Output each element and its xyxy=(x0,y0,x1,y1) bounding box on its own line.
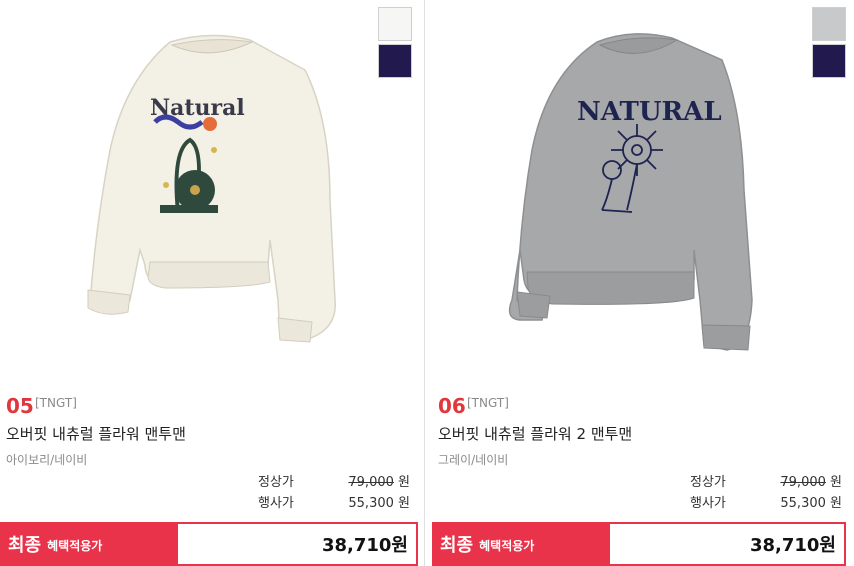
event-price: 55,300 원 xyxy=(762,496,842,512)
card-divider xyxy=(424,0,425,566)
product-number: 06 xyxy=(438,394,466,418)
final-subtitle: 혜택적용가 xyxy=(47,539,103,553)
event-price-label: 행사가 xyxy=(258,496,294,511)
color-swatch-navy[interactable] xyxy=(812,44,846,78)
final-price-bar: 최종 혜택적용가 38,710원 xyxy=(0,522,418,566)
sweatshirt-ivory-illustration: Natural xyxy=(87,34,336,343)
final-title: 최종 xyxy=(8,535,42,556)
color-swatch-navy[interactable] xyxy=(378,44,412,78)
regular-price-value: 79,000 xyxy=(780,475,826,490)
product-number: 05 xyxy=(6,394,34,418)
regular-price: 79,000 원 xyxy=(762,475,842,491)
regular-price-value: 79,000 xyxy=(348,475,394,490)
sweatshirt-gray-illustration: NATURAL xyxy=(508,33,753,351)
final-price-value: 38,710원 xyxy=(178,522,418,566)
currency-unit: 원 xyxy=(830,475,842,490)
event-price: 55,300 원 xyxy=(330,496,410,512)
regular-price: 79,000 원 xyxy=(330,475,410,491)
currency-unit: 원 xyxy=(398,475,410,490)
final-price-label: 최종 혜택적용가 xyxy=(432,522,610,566)
product-card-06[interactable]: NATURAL 06 [TNGT] 오버핏 내츄럴 플라워 2 맨투맨 그레이/… xyxy=(432,0,854,566)
event-price-value: 55,300 xyxy=(348,496,394,511)
event-price-value: 55,300 xyxy=(780,496,826,511)
product-color-options: 아이보리/네이비 xyxy=(6,453,88,467)
currency-unit: 원 xyxy=(830,496,842,511)
product-image[interactable]: Natural xyxy=(0,0,418,385)
final-price-label: 최종 혜택적용가 xyxy=(0,522,178,566)
brand-label: [TNGT] xyxy=(467,396,509,410)
regular-price-label: 정상가 xyxy=(258,475,294,490)
product-image[interactable]: NATURAL xyxy=(432,0,854,385)
final-price-value: 38,710원 xyxy=(610,522,846,566)
color-swatch-gray[interactable] xyxy=(812,7,846,41)
print-lettering: NATURAL xyxy=(577,97,722,127)
product-name[interactable]: 오버핏 내츄럴 플라워 2 맨투맨 xyxy=(438,424,632,444)
product-name[interactable]: 오버핏 내츄럴 플라워 맨투맨 xyxy=(6,424,186,444)
final-subtitle: 혜택적용가 xyxy=(479,539,535,553)
brand-label: [TNGT] xyxy=(35,396,77,410)
color-swatch-ivory[interactable] xyxy=(378,7,412,41)
final-title: 최종 xyxy=(440,535,474,556)
event-price-label: 행사가 xyxy=(690,496,726,511)
currency-unit: 원 xyxy=(398,496,410,511)
final-price-bar: 최종 혜택적용가 38,710원 xyxy=(432,522,846,566)
regular-price-label: 정상가 xyxy=(690,475,726,490)
product-card-05[interactable]: Natural 05 [TNGT] 오버핏 내츄럴 플라워 맨투맨 아이보리/네… xyxy=(0,0,418,566)
product-color-options: 그레이/네이비 xyxy=(438,453,509,467)
